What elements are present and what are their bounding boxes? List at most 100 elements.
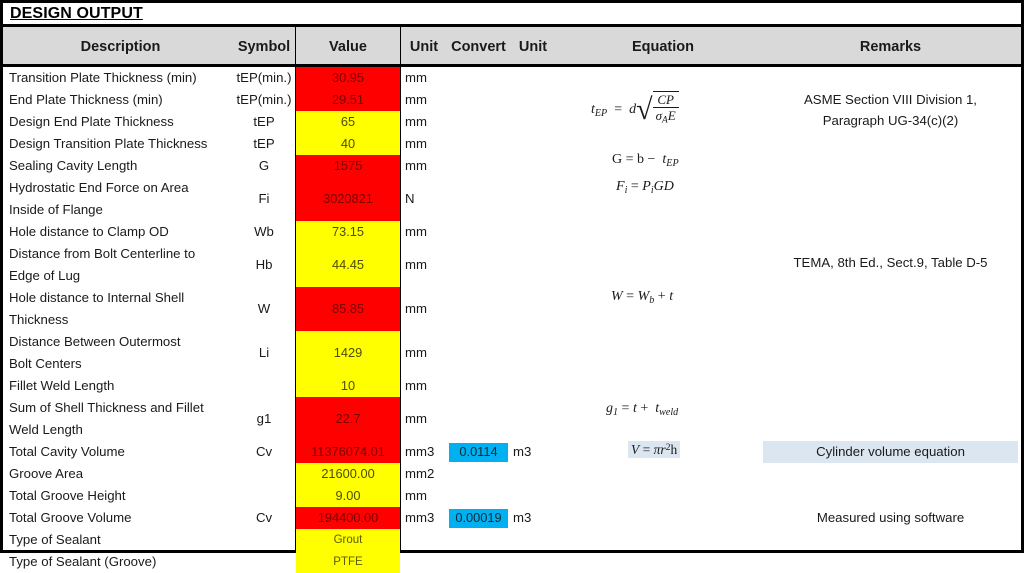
row-symbol: Fi — [258, 191, 270, 206]
row-unit: mm2 — [405, 466, 435, 481]
row-symbol: Cv — [255, 510, 273, 525]
row-description: Design End Plate Thickness — [9, 114, 174, 129]
row-symbol: Hb — [255, 257, 273, 272]
row-description-cont: Bolt Centers — [9, 356, 82, 371]
row-symbol: Li — [258, 345, 270, 360]
row-description: Distance Between Outermost — [9, 334, 181, 349]
row-symbol: g1 — [256, 411, 272, 426]
row-description-cont: Inside of Flange — [9, 202, 103, 217]
table-header-row: Description Symbol Value Unit Convert Un… — [3, 27, 1021, 67]
row-value: PTFE — [333, 556, 363, 568]
row-value: 73.15 — [331, 224, 365, 239]
row-value: 85.85 — [331, 301, 365, 316]
title-band: DESIGN OUTPUT — [3, 3, 1021, 27]
row-value: 30.95 — [331, 70, 365, 85]
remark-software: Measured using software — [816, 510, 965, 525]
equation-tep: tEP = d√ CP σAE — [591, 91, 679, 129]
remark-line-2: Paragraph UG-34(c)(2) — [822, 113, 959, 128]
row-description: Sum of Shell Thickness and Fillet — [9, 400, 204, 415]
row-symbol: G — [258, 158, 270, 173]
equation-fi: Fi = PiGD — [616, 179, 674, 196]
row-unit: mm — [405, 224, 427, 239]
row-description-cont: Weld Length — [9, 422, 83, 437]
equation-cylinder-volume: V = πr2h — [628, 441, 681, 459]
row-description: Total Groove Height — [9, 488, 126, 503]
row-description: End Plate Thickness (min) — [9, 92, 163, 107]
row-description: Total Groove Volume — [9, 510, 132, 525]
row-unit: mm — [405, 70, 427, 85]
row-description: Groove Area — [9, 466, 84, 481]
row-convert-value: 0.0114 — [459, 444, 498, 459]
row-description: Design Transition Plate Thickness — [9, 136, 208, 151]
row-value: 44.45 — [331, 257, 365, 272]
row-symbol: Wb — [254, 224, 274, 239]
row-unit: N — [405, 191, 415, 206]
remark-tema: TEMA, 8th Ed., Sect.9, Table D-5 — [793, 255, 988, 270]
equation-w: W = Wb + t — [611, 289, 674, 306]
row-unit: mm — [405, 136, 427, 151]
column-header-unit2: Unit — [518, 39, 548, 55]
row-description: Fillet Weld Length — [9, 378, 115, 393]
column-header-convert: Convert — [451, 39, 506, 55]
column-header-unit: Unit — [409, 39, 439, 55]
row-unit: mm3 — [405, 510, 435, 525]
column-divider — [400, 27, 401, 67]
row-value: 65 — [340, 114, 356, 129]
row-description: Total Cavity Volume — [9, 444, 125, 459]
row-symbol: tEP — [253, 136, 275, 151]
row-unit: mm — [405, 411, 427, 426]
equation-g1: g1 = t + tweld — [606, 401, 679, 418]
equation-g: G = b − tEP — [612, 152, 679, 169]
row-value: 9.00 — [335, 488, 361, 503]
column-header-remarks: Remarks — [859, 39, 922, 55]
row-description: Hole distance to Clamp OD — [9, 224, 169, 239]
row-unit: mm — [405, 488, 427, 503]
row-symbol: W — [257, 301, 271, 316]
row-description: Distance from Bolt Centerline to — [9, 246, 196, 261]
page-title: DESIGN OUTPUT — [10, 5, 143, 22]
remark-asme: ASME Section VIII Division 1, Paragraph … — [763, 89, 1018, 131]
row-value: 11376074.01 — [311, 444, 385, 459]
column-header-description: Description — [80, 39, 161, 55]
row-symbol: Cv — [255, 444, 273, 459]
remark-cylinder: Cylinder volume equation — [763, 441, 1018, 463]
row-unit: mm — [405, 92, 427, 107]
row-description: Transition Plate Thickness (min) — [9, 70, 197, 85]
row-unit: mm — [405, 257, 427, 272]
row-value: 21600.00 — [321, 466, 375, 481]
column-header-value: Value — [329, 39, 367, 55]
row-value: Grout — [333, 534, 363, 546]
table-body: Transition Plate Thickness (min) tEP(min… — [3, 27, 1021, 573]
row-description: Hydrostatic End Force on Area — [9, 180, 189, 195]
row-convert-unit: m3 — [513, 510, 532, 525]
row-value: 194400.00 — [317, 510, 379, 525]
row-value: 29.51 — [331, 92, 365, 107]
row-description: Hole distance to Internal Shell — [9, 290, 185, 305]
row-value: 40 — [340, 136, 356, 151]
row-unit: mm — [405, 301, 427, 316]
row-description-cont: Thickness — [9, 312, 69, 327]
row-description: Type of Sealant — [9, 532, 101, 547]
row-description: Sealing Cavity Length — [9, 158, 138, 173]
row-value: 22.7 — [335, 411, 361, 426]
remark-line-1: ASME Section VIII Division 1, — [804, 92, 977, 107]
row-symbol: tEP — [253, 114, 275, 129]
design-output-sheet: DESIGN OUTPUT Description Symbol Value U… — [0, 0, 1024, 573]
row-value: 10 — [340, 378, 356, 393]
row-description-cont: Edge of Lug — [9, 268, 81, 283]
column-header-equation: Equation — [631, 39, 695, 55]
row-convert-unit: m3 — [513, 444, 532, 459]
row-value: 1429 — [333, 345, 363, 360]
row-unit: mm — [405, 345, 427, 360]
column-header-symbol: Symbol — [237, 39, 291, 55]
row-unit: mm — [405, 158, 427, 173]
column-divider — [400, 67, 401, 550]
row-value: 1575 — [333, 158, 363, 173]
row-description: Type of Sealant (Groove) — [9, 554, 157, 569]
row-unit: mm — [405, 114, 427, 129]
row-unit: mm3 — [405, 444, 435, 459]
row-symbol: tEP(min.) — [236, 70, 292, 85]
row-value: 3020821 — [323, 191, 373, 206]
row-convert-value: 0.00019 — [455, 510, 502, 525]
column-divider — [295, 27, 296, 67]
